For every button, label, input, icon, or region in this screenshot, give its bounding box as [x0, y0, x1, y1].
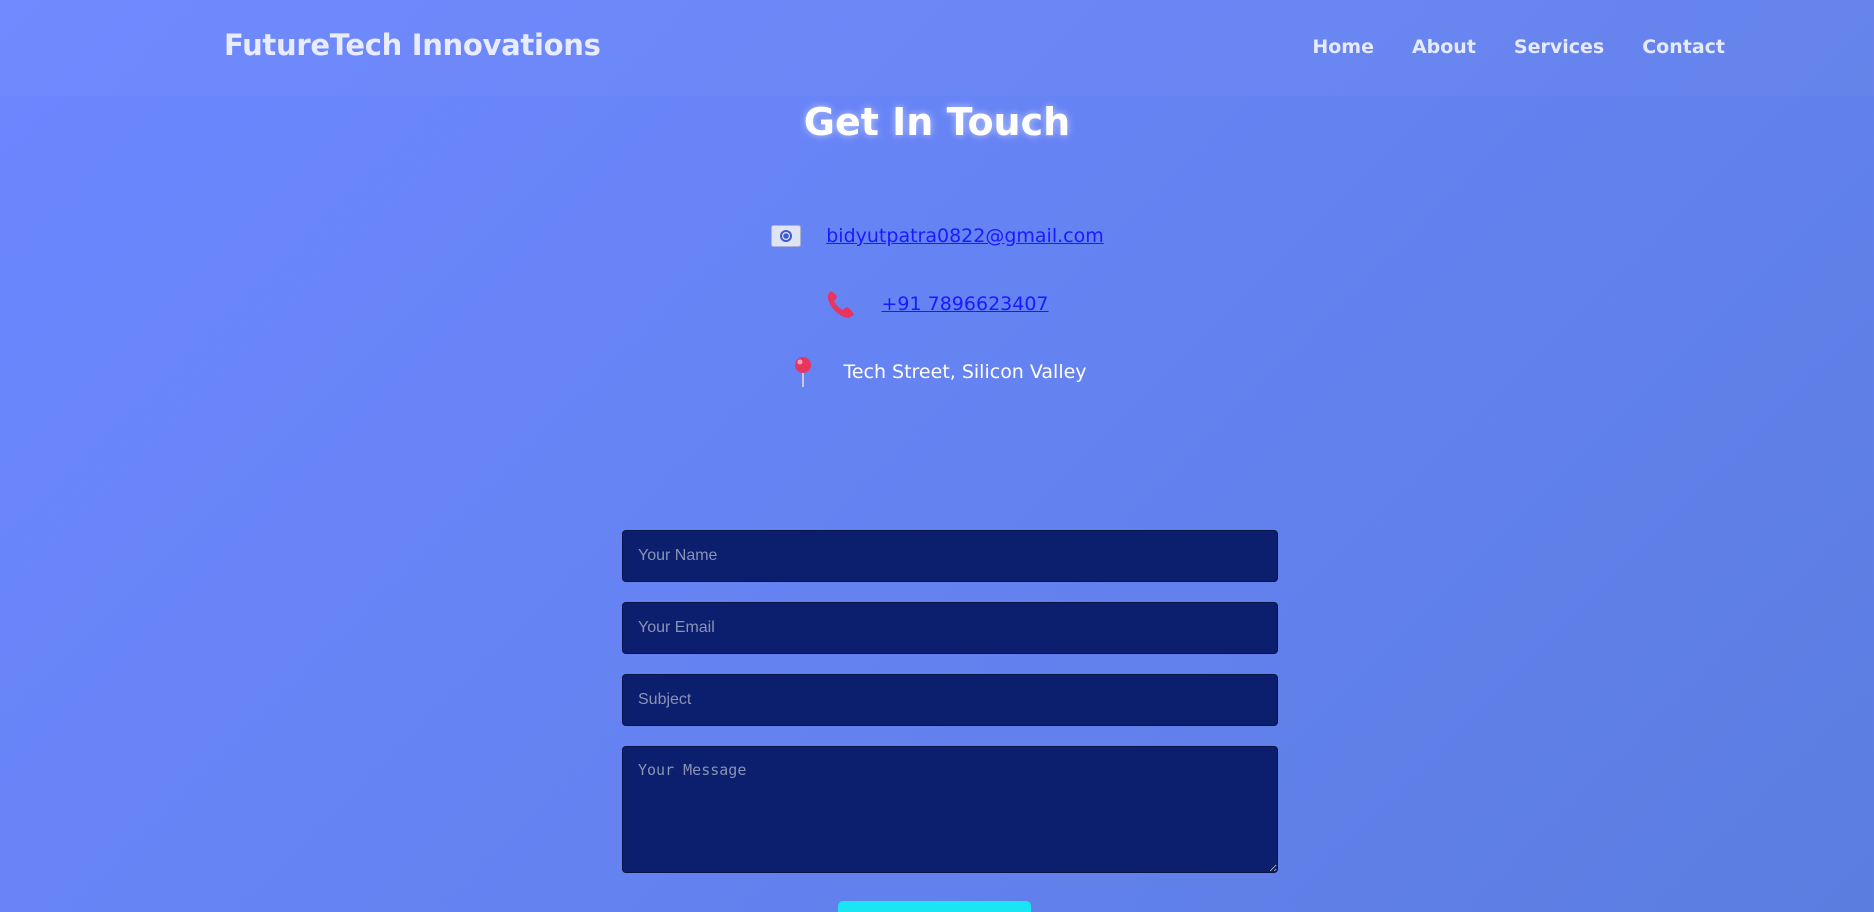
name-input[interactable] — [622, 530, 1278, 582]
subject-input[interactable] — [622, 674, 1278, 726]
page-title: Get In Touch — [803, 100, 1071, 144]
email-link[interactable]: bidyutpatra0822@gmail.com — [826, 225, 1104, 247]
pin-icon — [787, 357, 819, 387]
nav-home-link[interactable]: Home — [1312, 36, 1374, 58]
nav-links: Home About Services Contact — [1312, 36, 1725, 58]
brand-logo[interactable]: FutureTech Innovations — [224, 28, 601, 62]
nav-about-link[interactable]: About — [1412, 36, 1476, 58]
phone-icon — [825, 290, 857, 318]
contact-address-row: Tech Street, Silicon Valley — [0, 357, 1874, 387]
email-icon — [770, 222, 802, 250]
address-text: Tech Street, Silicon Valley — [843, 361, 1087, 383]
contact-phone-row: +91 7896623407 — [0, 290, 1874, 318]
navbar: FutureTech Innovations Home About Servic… — [0, 0, 1874, 96]
email-input[interactable] — [622, 602, 1278, 654]
submit-button[interactable] — [838, 901, 1031, 912]
nav-services-link[interactable]: Services — [1514, 36, 1604, 58]
phone-link[interactable]: +91 7896623407 — [881, 293, 1048, 315]
contact-email-row: bidyutpatra0822@gmail.com — [0, 222, 1874, 250]
nav-contact-link[interactable]: Contact — [1642, 36, 1725, 58]
message-textarea[interactable] — [622, 746, 1278, 873]
